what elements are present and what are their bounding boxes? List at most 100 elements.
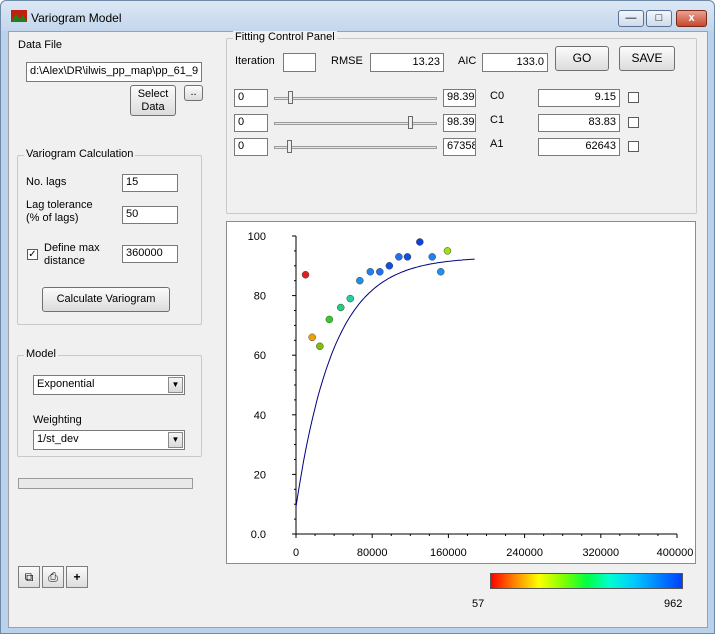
go-button[interactable]: GO	[555, 46, 609, 71]
a1-min-field[interactable]: 0	[234, 138, 268, 156]
y-tick-label: 20	[254, 469, 266, 481]
crosshair-icon[interactable]: +	[66, 566, 88, 588]
a1-label: A1	[490, 138, 504, 150]
x-tick-label: 400000	[657, 547, 694, 559]
c0-fix-checkbox[interactable]	[628, 92, 639, 103]
lag-tolerance-unit-label: (% of lags)	[26, 212, 79, 224]
define-max-checkbox[interactable]: ✓	[27, 249, 38, 260]
data-point	[443, 247, 452, 255]
slider-thumb[interactable]	[408, 116, 414, 129]
y-tick-label: 40	[254, 410, 266, 422]
data-point	[366, 268, 375, 276]
model-group: Model Exponential ▼ Weighting 1/st_dev ▼	[17, 348, 202, 457]
data-point	[395, 253, 403, 261]
define-max-distance-label: distance	[44, 255, 85, 267]
aic-label: AIC	[458, 55, 477, 67]
c1-fix-checkbox[interactable]	[628, 117, 639, 128]
c1-slider[interactable]	[268, 113, 443, 133]
data-file-label: Data File	[18, 39, 63, 51]
copy-icon[interactable]: ⧉	[18, 566, 40, 588]
variogram-calculation-title: Variogram Calculation	[24, 148, 136, 160]
data-point	[301, 270, 310, 279]
data-point	[346, 294, 355, 303]
chevron-down-icon[interactable]: ▼	[168, 432, 183, 448]
model-select[interactable]: Exponential ▼	[33, 375, 185, 395]
slider-thumb[interactable]	[286, 140, 292, 153]
close-button[interactable]: x	[676, 10, 707, 27]
a1-slider[interactable]	[268, 137, 443, 157]
chevron-down-icon[interactable]: ▼	[168, 377, 183, 393]
aic-field[interactable]: 133.0	[482, 53, 548, 72]
c1-max-field[interactable]: 98.39	[443, 114, 476, 132]
c1-min-field[interactable]: 0	[234, 114, 268, 132]
a1-value-field[interactable]: 62643	[538, 138, 620, 156]
lag-tolerance-field[interactable]: 50	[122, 206, 178, 224]
color-scale-bar	[490, 573, 683, 589]
data-point	[325, 315, 334, 324]
variogram-plot: 0 80000 160000 240000 320000 400000 0.0 20 40 60 8…	[248, 231, 694, 559]
y-tick-label: 60	[254, 350, 266, 362]
a1-max-field[interactable]: 67358	[443, 138, 476, 156]
window-title: Variogram Model	[31, 11, 122, 25]
rmse-field[interactable]: 13.23	[370, 53, 444, 72]
c0-min-field[interactable]: 0	[234, 89, 268, 107]
nlags-field[interactable]: 15	[122, 174, 178, 192]
y-tick-label: 100	[248, 231, 266, 243]
data-point	[385, 262, 394, 270]
iteration-field[interactable]	[283, 53, 316, 72]
app-icon	[11, 10, 27, 22]
data-point	[416, 238, 424, 246]
c1-value-field[interactable]: 83.83	[538, 114, 620, 132]
c0-value-field[interactable]: 9.15	[538, 89, 620, 107]
x-tick-label: 80000	[357, 547, 388, 559]
model-title: Model	[24, 348, 58, 360]
rmse-label: RMSE	[331, 55, 363, 67]
maximize-button[interactable]: □	[646, 10, 672, 27]
data-point	[376, 268, 384, 276]
slider-track	[274, 97, 437, 100]
colorbar-max-label: 962	[664, 598, 683, 610]
slider-track	[274, 146, 437, 149]
dialog-client: Data File d:\Alex\DR\ilwis_pp_map\pp_61_…	[8, 31, 708, 628]
weighting-select-value: 1/st_dev	[37, 433, 79, 445]
print-icon[interactable]: ⎙	[42, 566, 64, 588]
data-point	[316, 342, 324, 351]
progress-bar	[18, 478, 193, 489]
weighting-label: Weighting	[33, 414, 82, 426]
x-tick-label: 160000	[430, 547, 467, 559]
max-distance-field[interactable]: 360000	[122, 245, 178, 263]
data-point	[403, 253, 412, 261]
data-file-field[interactable]: d:\Alex\DR\ilwis_pp_map\pp_61_9	[26, 62, 202, 82]
calculate-variogram-button[interactable]: Calculate Variogram	[42, 287, 170, 312]
a1-fix-checkbox[interactable]	[628, 141, 639, 152]
c0-slider[interactable]	[268, 88, 443, 108]
data-point	[337, 303, 345, 312]
select-data-button[interactable]: Select Data	[130, 85, 176, 116]
browse-button[interactable]: ..	[184, 85, 203, 101]
save-button[interactable]: SAVE	[619, 46, 675, 71]
lag-tolerance-label: Lag tolerance	[26, 199, 93, 211]
data-point	[308, 333, 316, 342]
x-tick-label: 320000	[582, 547, 619, 559]
c0-label: C0	[490, 90, 505, 102]
fitting-control-group: Fitting Control Panel Iteration RMSE 13.…	[226, 31, 697, 214]
variogram-window: Variogram Model — □ x Data File d:\Alex\…	[0, 0, 715, 634]
nlags-label: No. lags	[26, 176, 67, 188]
minimize-button[interactable]: —	[618, 10, 644, 27]
weighting-select[interactable]: 1/st_dev ▼	[33, 430, 185, 450]
c1-label: C1	[490, 114, 505, 126]
fitting-control-title: Fitting Control Panel	[233, 31, 337, 43]
colorbar-min-label: 57	[472, 598, 485, 610]
c0-max-field[interactable]: 98.39	[443, 89, 476, 107]
slider-thumb[interactable]	[288, 91, 294, 104]
define-max-label: Define max	[44, 242, 100, 254]
y-tick-label: 0.0	[251, 529, 266, 541]
y-tick-label: 80	[254, 291, 266, 303]
iteration-label: Iteration	[235, 55, 275, 67]
data-point	[437, 268, 445, 276]
variogram-chart: 0 80000 160000 240000 320000 400000 0.0 20 40 60 8…	[226, 221, 696, 564]
data-point	[428, 253, 436, 261]
x-tick-label: 240000	[506, 547, 543, 559]
x-tick-label: 0	[293, 547, 299, 559]
title-bar[interactable]: Variogram Model — □ x	[1, 1, 714, 31]
